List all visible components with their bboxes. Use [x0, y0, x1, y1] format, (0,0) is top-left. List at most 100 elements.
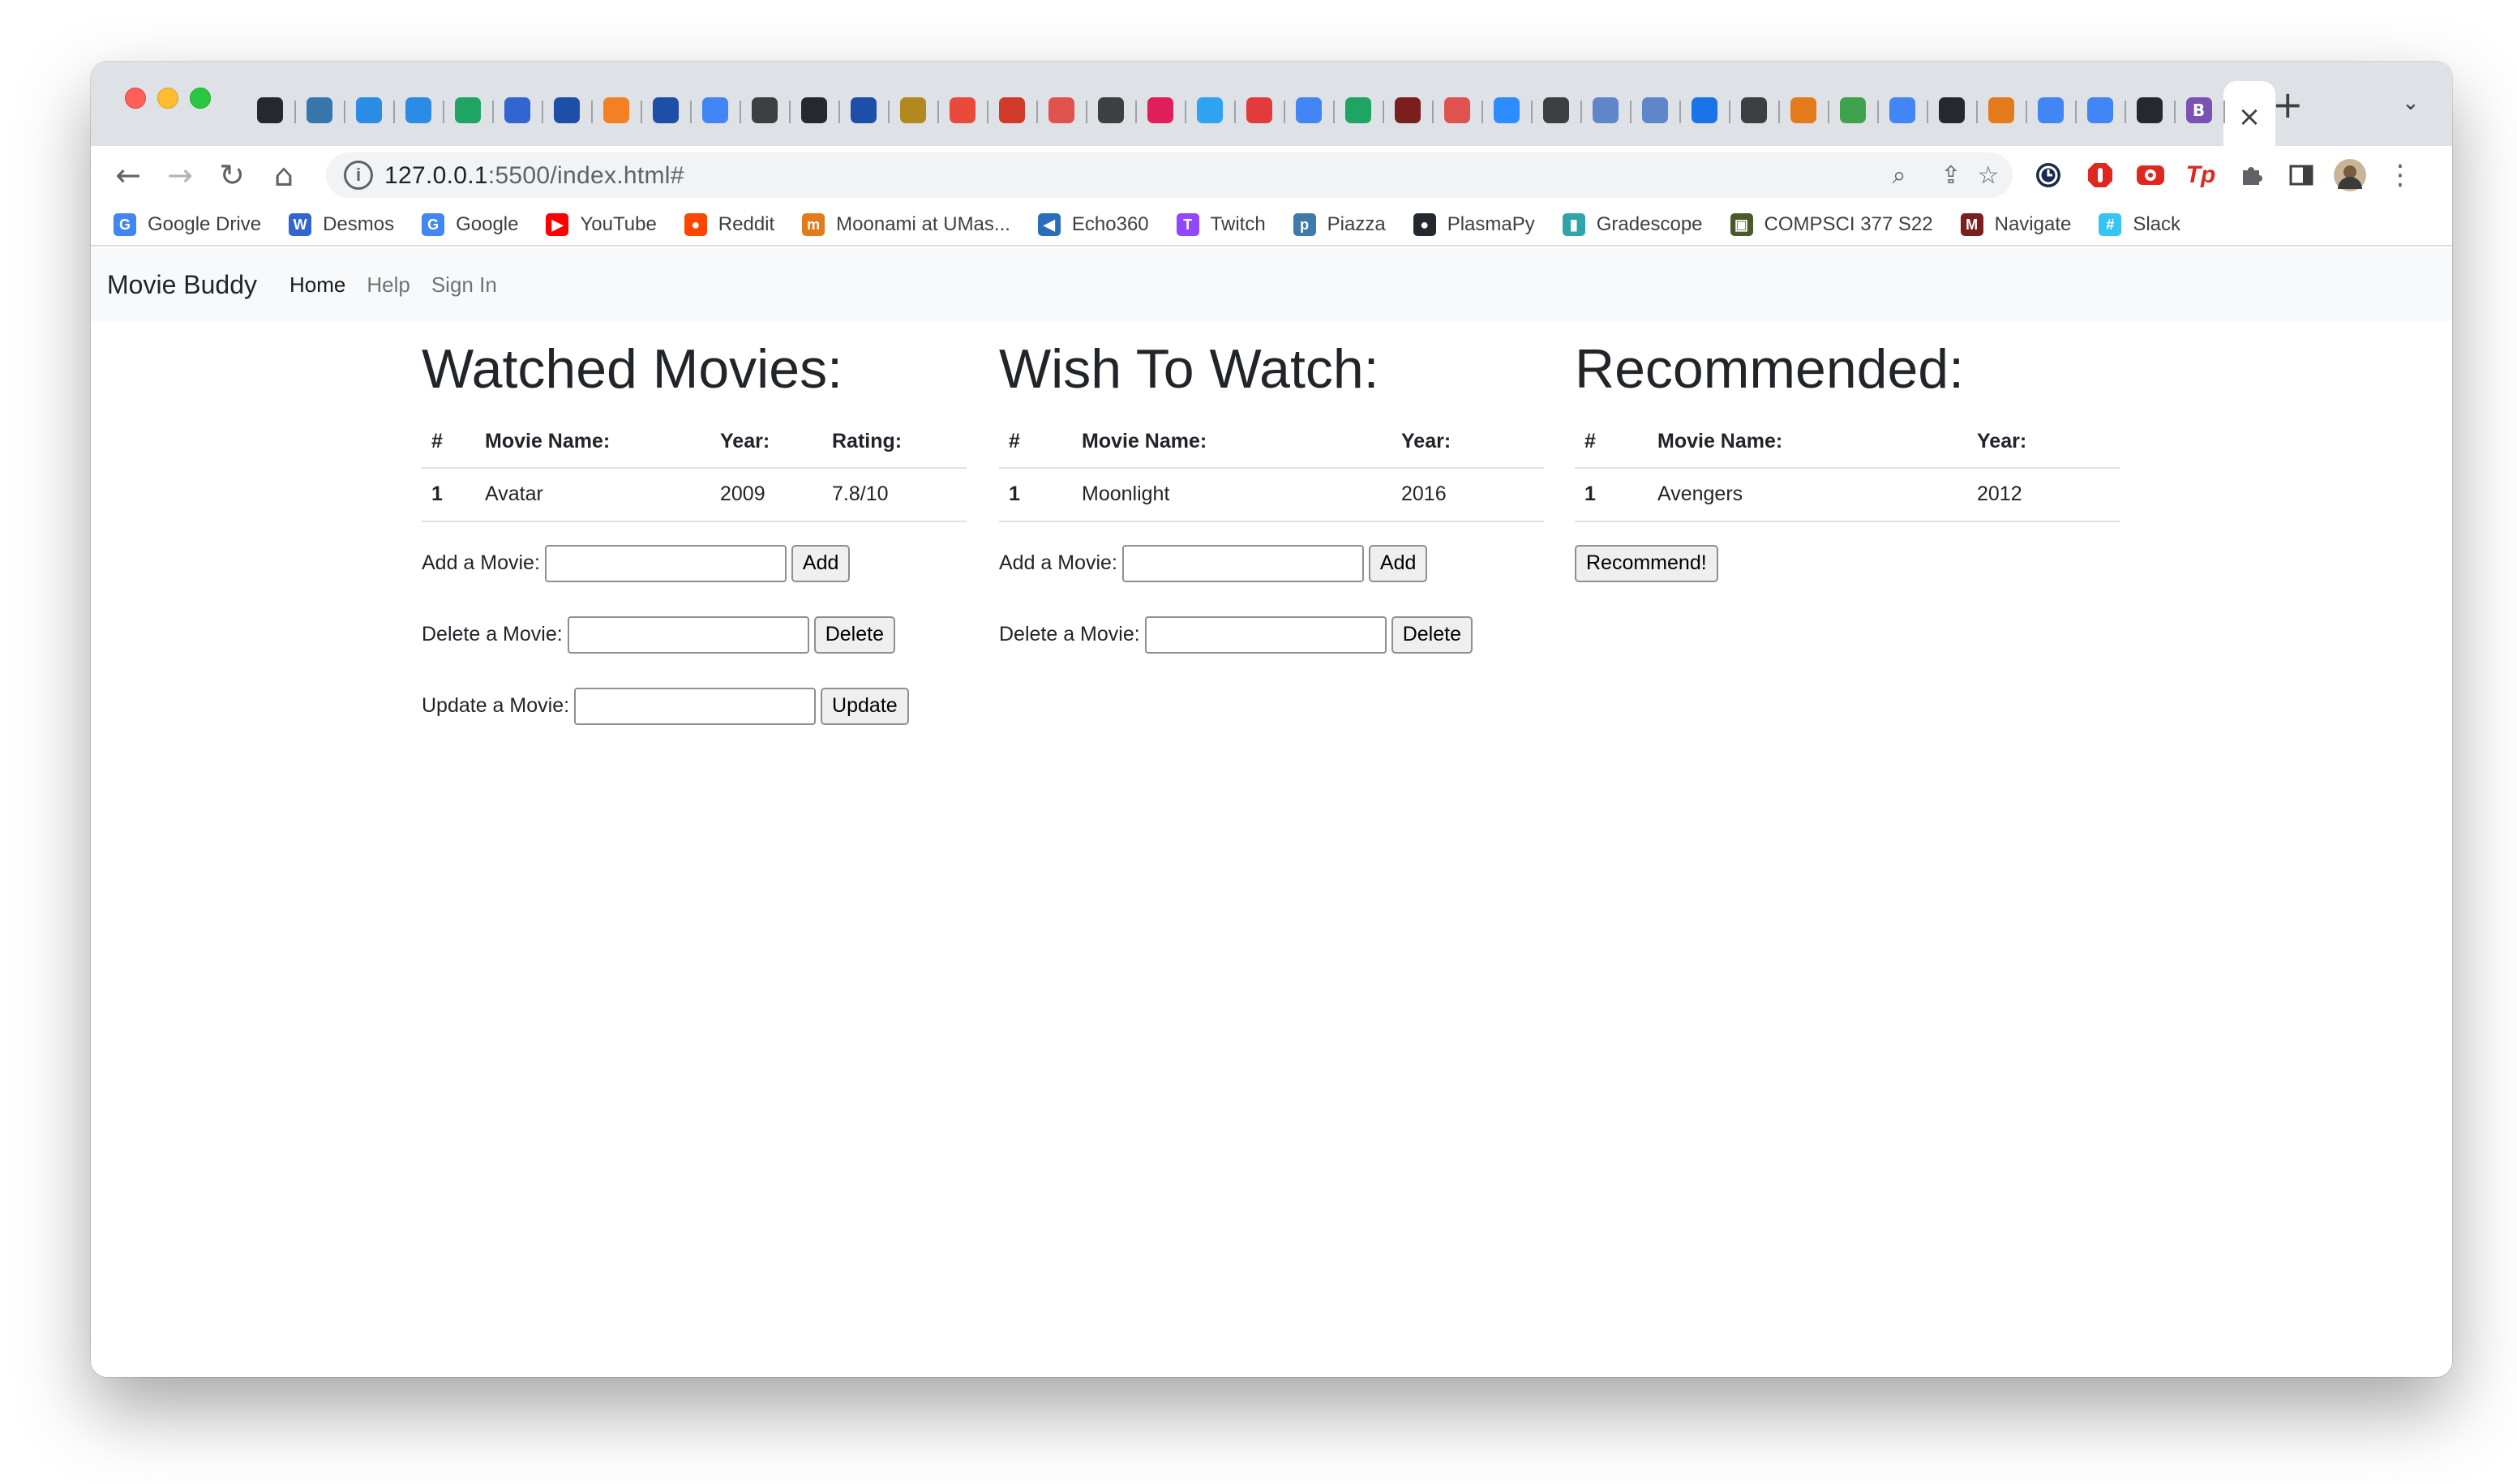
site-info-icon[interactable]: i	[344, 161, 373, 190]
browser-tab[interactable]	[1976, 81, 2026, 139]
browser-tab[interactable]	[1828, 81, 1877, 139]
browser-tab[interactable]	[344, 81, 393, 139]
share-icon[interactable]: ⇪	[1935, 159, 1967, 191]
delete-wish-input[interactable]	[1144, 615, 1387, 654]
extension-tp-icon[interactable]: Tp	[2183, 157, 2219, 193]
bookmark-item[interactable]: p Piazza	[1293, 213, 1386, 236]
bookmark-item[interactable]: G Google	[422, 213, 518, 236]
nav-sign-in-link[interactable]: Sign In	[431, 272, 497, 298]
delete-movie-form: Delete a Movie: Delete	[422, 615, 967, 655]
browser-tab[interactable]	[1729, 81, 1778, 139]
bookmark-item[interactable]: ▶ YouTube	[546, 213, 657, 236]
bookmark-item[interactable]: # Slack	[2099, 213, 2180, 236]
browser-tab[interactable]	[1531, 81, 1580, 139]
recommend-button[interactable]: Recommend!	[1575, 544, 1718, 582]
browser-tab[interactable]	[294, 81, 344, 139]
reload-icon[interactable]: ↻	[212, 156, 251, 195]
browser-tab[interactable]	[1383, 81, 1432, 139]
forward-icon[interactable]: →	[161, 156, 199, 195]
active-tab[interactable]: ×	[2223, 81, 2275, 152]
browser-tab[interactable]	[1877, 81, 1927, 139]
nav-help-link[interactable]: Help	[367, 272, 409, 298]
bookmark-item[interactable]: ● PlasmaPy	[1413, 213, 1535, 236]
browser-tab[interactable]	[2125, 81, 2174, 139]
slack-icon	[1147, 97, 1173, 123]
browser-tab[interactable]	[1333, 81, 1383, 139]
browser-tab[interactable]	[1580, 81, 1630, 139]
back-icon[interactable]: ←	[109, 156, 148, 195]
browser-tab[interactable]	[1432, 81, 1481, 139]
address-bar[interactable]: i 127.0.0.1:5500/index.html# ⌕ ⇪ ☆	[326, 152, 2013, 198]
delete-movie-button[interactable]: Delete	[813, 615, 895, 654]
zoom-icon[interactable]: ⌕	[1883, 159, 1915, 191]
browser-tab[interactable]	[393, 81, 443, 139]
extension-adblock-icon[interactable]	[2082, 157, 2118, 193]
home-icon[interactable]: ⌂	[264, 156, 303, 195]
close-window-button[interactable]	[125, 88, 146, 109]
browser-tab[interactable]	[1679, 81, 1729, 139]
bookmark-item[interactable]: M Navigate	[1960, 213, 2071, 236]
minimize-window-button[interactable]	[157, 88, 178, 109]
browser-tab[interactable]	[1234, 81, 1284, 139]
new-tab-icon[interactable]: +	[2272, 83, 2304, 127]
add-wish-input[interactable]	[1121, 544, 1364, 582]
browser-tab[interactable]	[2026, 81, 2075, 139]
side-panel-icon[interactable]	[2283, 157, 2319, 193]
browser-tab[interactable]	[1284, 81, 1333, 139]
browser-tab[interactable]	[245, 81, 294, 139]
browser-tab[interactable]	[443, 81, 492, 139]
update-movie-input[interactable]	[574, 687, 817, 725]
browser-tab[interactable]	[1036, 81, 1086, 139]
browser-tab[interactable]	[1778, 81, 1828, 139]
browser-tab[interactable]	[2075, 81, 2125, 139]
browser-tab[interactable]	[690, 81, 740, 139]
browser-tab[interactable]	[641, 81, 690, 139]
bookmark-item[interactable]: ▣ COMPSCI 377 S22	[1730, 213, 1933, 236]
add-wish-button[interactable]: Add	[1368, 544, 1428, 582]
url-text[interactable]: 127.0.0.1:5500/index.html#	[384, 162, 684, 190]
browser-tab[interactable]	[1481, 81, 1531, 139]
extension-youtube-icon[interactable]	[2133, 157, 2168, 193]
browser-tab[interactable]	[591, 81, 641, 139]
bookmark-item[interactable]: G Google Drive	[114, 213, 261, 236]
bookmark-item[interactable]: m Moonami at UMas...	[802, 213, 1010, 236]
extension-clock-icon[interactable]	[2030, 157, 2066, 193]
bookmark-item[interactable]: ▮ Gradescope	[1562, 213, 1703, 236]
puzzle-icon[interactable]	[2233, 157, 2269, 193]
browser-tab[interactable]	[740, 81, 789, 139]
bookmark-label: Desmos	[323, 213, 395, 235]
movie-year-cell: 2016	[1391, 467, 1544, 522]
delete-wish-label: Delete a Movie:	[999, 623, 1140, 646]
bookmark-item[interactable]: T Twitch	[1176, 213, 1266, 236]
moonami-icon	[1987, 97, 2014, 123]
add-movie-button[interactable]: Add	[791, 544, 851, 582]
browser-tab[interactable]	[1185, 81, 1234, 139]
close-tab-icon[interactable]: ×	[2238, 101, 2262, 133]
browser-tab[interactable]	[987, 81, 1036, 139]
bookmark-item[interactable]: ● Reddit	[684, 213, 774, 236]
nav-home-link[interactable]: Home	[289, 272, 345, 298]
browser-tab[interactable]	[937, 81, 987, 139]
maximize-window-button[interactable]	[190, 88, 211, 109]
browser-tab[interactable]	[1135, 81, 1185, 139]
update-movie-button[interactable]: Update	[821, 687, 909, 725]
add-movie-input[interactable]	[544, 544, 787, 582]
profile-avatar[interactable]	[2332, 157, 2368, 193]
browser-tab[interactable]	[542, 81, 591, 139]
browser-tab[interactable]: B	[2174, 81, 2223, 139]
delete-movie-input[interactable]	[567, 615, 809, 654]
browser-tab[interactable]	[1630, 81, 1679, 139]
browser-tab[interactable]	[492, 81, 542, 139]
more-menu-icon[interactable]: ⋮	[2382, 157, 2418, 193]
bookmark-item[interactable]: W Desmos	[289, 213, 394, 236]
bookmark-item[interactable]: ◀ Echo360	[1037, 213, 1149, 236]
browser-tab[interactable]	[1927, 81, 1976, 139]
browser-tab[interactable]	[838, 81, 888, 139]
browser-tab[interactable]	[888, 81, 937, 139]
star-icon[interactable]: ☆	[1972, 159, 2005, 191]
browser-tab[interactable]	[1086, 81, 1135, 139]
brand-link[interactable]: Movie Buddy	[107, 270, 257, 300]
chevron-down-icon[interactable]: ⌄	[2402, 91, 2420, 115]
delete-wish-button[interactable]: Delete	[1391, 615, 1473, 654]
browser-tab[interactable]	[789, 81, 838, 139]
